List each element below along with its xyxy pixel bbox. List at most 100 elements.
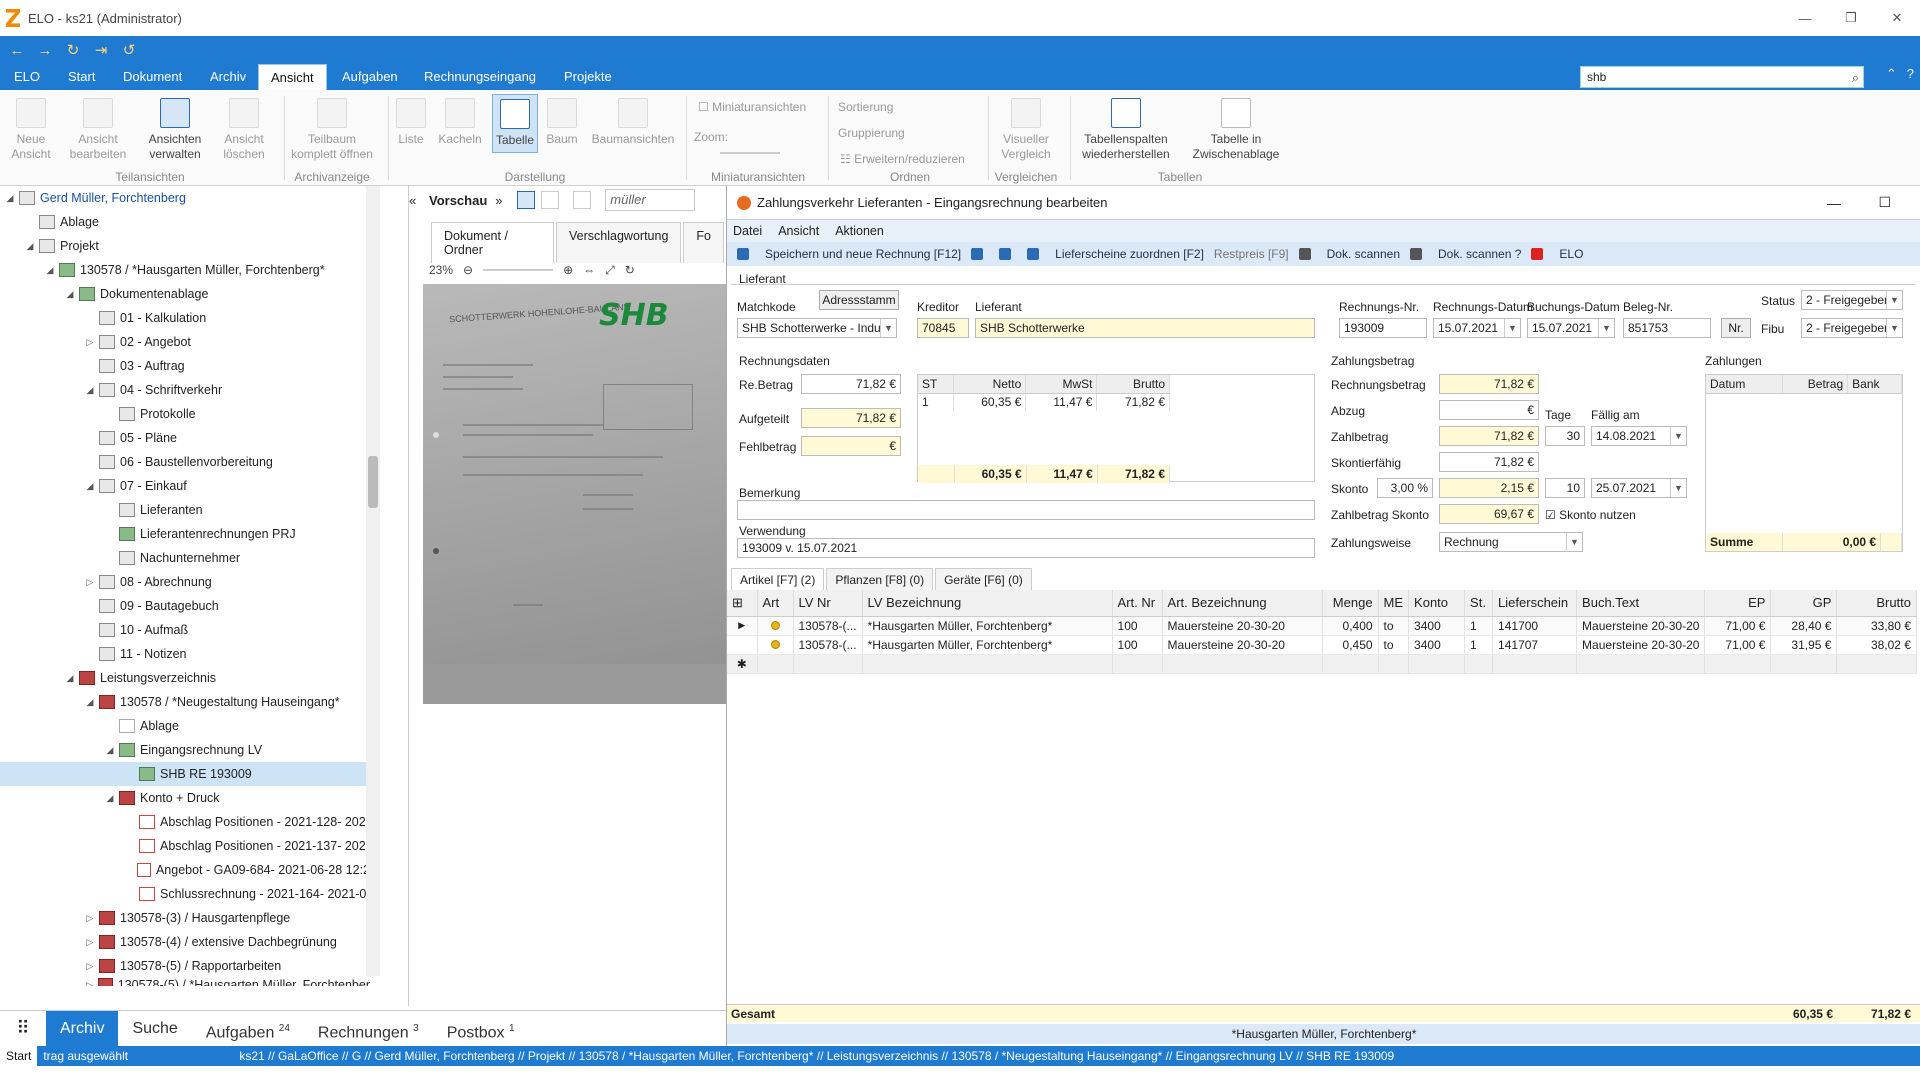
menu-aktionen[interactable]: Aktionen xyxy=(835,224,884,238)
back-icon[interactable]: ← xyxy=(6,42,28,59)
calendar-icon[interactable]: ▼ xyxy=(1504,319,1520,337)
tab-archiv[interactable]: Archiv xyxy=(198,64,258,90)
move-up-button[interactable]: Lieferscheine zuordnen [F2] xyxy=(1027,247,1204,261)
col-lv-nr[interactable]: LV Nr xyxy=(793,590,863,617)
expand-icon[interactable]: ▷ xyxy=(84,337,96,348)
elo-button[interactable]: ELO xyxy=(1531,247,1583,261)
bottom-tab-archiv[interactable]: Archiv xyxy=(46,1010,119,1047)
tree-scrollbar[interactable] xyxy=(366,186,380,976)
beleg-nr-field[interactable]: 851753 xyxy=(1623,318,1711,338)
collapse-icon[interactable]: ◢ xyxy=(24,241,36,252)
col-me[interactable]: ME xyxy=(1378,590,1410,617)
tab-start[interactable]: Start xyxy=(56,64,107,90)
tree-item[interactable]: 05 - Pläne xyxy=(0,426,370,450)
bottom-tab-aufgaben[interactable]: Aufgaben 24 xyxy=(192,1011,304,1047)
print-icon[interactable] xyxy=(573,191,592,209)
tree-item[interactable]: ◢ Dokumentenablage xyxy=(0,282,370,306)
move-down-button[interactable] xyxy=(999,248,1017,260)
collapse-icon[interactable]: ◢ xyxy=(84,385,96,396)
save-new-button[interactable]: Speichern und neue Rechnung [F12] xyxy=(737,247,961,261)
tab-aufgaben[interactable]: Aufgaben xyxy=(330,64,410,90)
bottom-tab-postbox[interactable]: Postbox 1 xyxy=(433,1011,529,1047)
collapse-icon[interactable]: ◢ xyxy=(44,265,56,276)
dialog-minimize-icon[interactable]: — xyxy=(1827,195,1841,211)
help-icon[interactable]: ? xyxy=(1907,66,1914,82)
rotate-icon[interactable]: ↻ xyxy=(625,263,635,277)
collapse-ribbon-icon[interactable]: ⌃ xyxy=(1886,66,1897,82)
tree-item[interactable]: ▷ 08 - Abrechnung xyxy=(0,570,370,594)
calendar-icon[interactable]: ▼ xyxy=(1670,479,1686,497)
calendar-icon[interactable]: ▼ xyxy=(1670,427,1686,445)
tree-item[interactable]: Abschlag Positionen - 2021-137- 202 xyxy=(0,834,370,858)
col-lieferschein[interactable]: Lieferschein xyxy=(1492,590,1578,617)
liste-button[interactable]: Liste xyxy=(394,98,428,147)
save-button[interactable] xyxy=(971,248,989,260)
scrollbar-thumb[interactable] xyxy=(368,456,378,508)
col-brutto[interactable]: Brutto xyxy=(1836,590,1917,617)
skonto-datum-field[interactable]: 25.07.2021 ▼ xyxy=(1591,478,1687,498)
tree-item-selected[interactable]: SHB RE 193009 xyxy=(0,762,370,786)
tree-item[interactable]: ◢ Gerd Müller, Forchtenberg xyxy=(0,186,370,210)
fit-page-icon[interactable]: ⤢ xyxy=(605,263,615,278)
ansicht-loeschen-button[interactable]: Ansicht löschen xyxy=(218,98,270,162)
tree-item[interactable]: ◢ 07 - Einkauf xyxy=(0,474,370,498)
tree-item[interactable]: Protokolle xyxy=(0,402,370,426)
tree-item[interactable]: 11 - Notizen xyxy=(0,642,370,666)
tage-field[interactable]: 30 xyxy=(1545,426,1585,446)
ansicht-bearbeiten-button[interactable]: Ansicht bearbeiten xyxy=(66,98,130,162)
zahlungen-header-betrag[interactable]: Betrag xyxy=(1782,375,1849,394)
minimize-icon[interactable]: — xyxy=(1782,0,1828,36)
tree-item[interactable]: Angebot - GA09-684- 2021-06-28 12:2 xyxy=(0,858,370,882)
baum-button[interactable]: Baum xyxy=(544,98,580,147)
col-konto[interactable]: Konto xyxy=(1408,590,1466,617)
collapse-icon[interactable]: ◢ xyxy=(84,481,96,492)
skontofaehig-field[interactable]: 71,82 € xyxy=(1439,452,1539,472)
bottom-tab-suche[interactable]: Suche xyxy=(118,1011,191,1047)
restore-icon[interactable]: ❐ xyxy=(1828,0,1874,36)
image-view-icon[interactable] xyxy=(541,191,560,209)
app-grid-icon[interactable]: ⠿ xyxy=(0,1011,46,1047)
zoom-out-icon[interactable]: ⊖ xyxy=(463,263,473,277)
tree-item[interactable]: Nachunternehmer xyxy=(0,546,370,570)
tree-item[interactable]: ◢ 04 - Schriftverkehr xyxy=(0,378,370,402)
abzug-field[interactable]: € xyxy=(1439,400,1539,420)
tree-item[interactable]: 06 - Baustellenvorbereitung xyxy=(0,450,370,474)
lieferant-field[interactable]: SHB Schotterwerke xyxy=(975,318,1315,338)
preview-zoom-slider[interactable] xyxy=(483,269,554,271)
zahlungsweise-select[interactable]: Rechnung ▼ xyxy=(1439,532,1583,552)
scan-help-button[interactable]: Dok. scannen ? xyxy=(1410,247,1521,261)
forward-icon[interactable]: → xyxy=(34,42,56,59)
menu-ansicht[interactable]: Ansicht xyxy=(778,224,819,238)
rechnungsbetrag-field[interactable]: 71,82 € xyxy=(1439,374,1539,394)
col-lv-bezeichnung[interactable]: LV Bezeichnung xyxy=(862,590,1113,617)
tree-item[interactable]: 10 - Aufmaß xyxy=(0,618,370,642)
chevron-down-icon[interactable]: ▼ xyxy=(1886,319,1902,337)
tax-header-netto[interactable]: Netto xyxy=(953,375,1027,394)
teilbaum-button[interactable]: Teilbaum komplett öffnen xyxy=(288,98,376,162)
skonto-percent-field[interactable]: 3,00 % xyxy=(1377,478,1433,498)
grid-options-icon[interactable]: ⊞ xyxy=(727,590,758,617)
collapse-icon[interactable]: ◢ xyxy=(104,745,116,756)
tree-item[interactable]: Lieferanten xyxy=(0,498,370,522)
verwendung-field[interactable]: 193009 v. 15.07.2021 xyxy=(737,538,1315,558)
adressstamm-button[interactable]: Adressstamm xyxy=(819,290,899,310)
tax-header-brutto[interactable]: Brutto xyxy=(1096,375,1170,394)
tree-item[interactable]: 01 - Kalkulation xyxy=(0,306,370,330)
col-ep[interactable]: EP xyxy=(1704,590,1772,617)
zahlbetrag-skonto-field[interactable]: 69,67 € xyxy=(1439,504,1539,524)
tab-projekte[interactable]: Projekte xyxy=(552,64,624,90)
fibu-select[interactable]: 2 - Freigegeben ▼ xyxy=(1801,318,1903,338)
tax-header-st[interactable]: ST xyxy=(918,375,954,394)
neue-ansicht-button[interactable]: Neue Ansicht xyxy=(8,98,54,162)
rechnungs-datum-field[interactable]: 15.07.2021 ▼ xyxy=(1433,318,1521,338)
fehlbetrag-field[interactable]: € xyxy=(801,436,901,456)
table-row[interactable]: 130578-(... *Hausgarten Müller, Forchten… xyxy=(727,635,1917,655)
document-view-icon[interactable] xyxy=(517,191,536,209)
tax-row[interactable]: 1 60,35 €11,47 €71,82 € xyxy=(918,393,1170,411)
tree-item[interactable]: ◢ Leistungsverzeichnis xyxy=(0,666,370,690)
tree-item[interactable]: 09 - Bautagebuch xyxy=(0,594,370,618)
tree-item[interactable]: Schlussrechnung - 2021-164- 2021-0 xyxy=(0,882,370,906)
expand-icon[interactable]: ▷ xyxy=(84,913,96,924)
col-art-bezeichnung[interactable]: Art. Bezeichnung xyxy=(1162,590,1323,617)
zahlbetrag-field[interactable]: 71,82 € xyxy=(1439,426,1539,446)
